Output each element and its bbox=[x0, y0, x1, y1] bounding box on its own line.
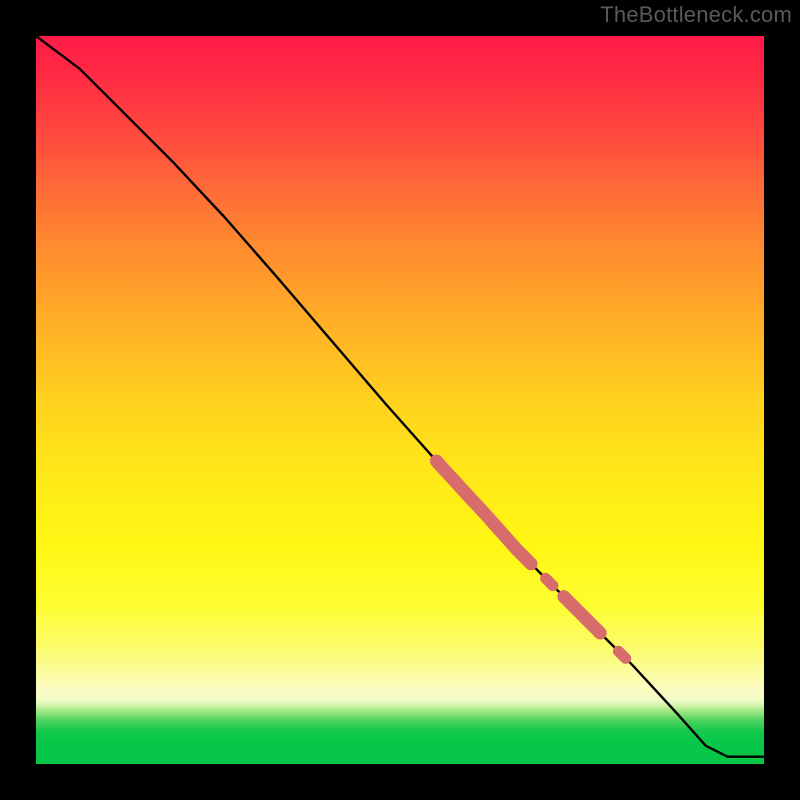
data-line bbox=[36, 36, 764, 757]
highlight-segment bbox=[546, 578, 553, 585]
plot-area bbox=[36, 36, 764, 764]
watermark-text: TheBottleneck.com bbox=[600, 2, 792, 28]
highlight-segment bbox=[436, 461, 531, 564]
chart-stage: TheBottleneck.com bbox=[0, 0, 800, 800]
highlight-segment bbox=[564, 597, 600, 633]
highlight-group bbox=[436, 461, 625, 658]
highlight-segment bbox=[618, 651, 625, 658]
chart-overlay bbox=[36, 36, 764, 764]
